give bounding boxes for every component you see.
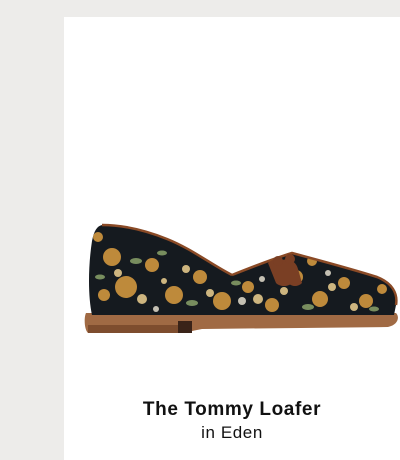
product-card[interactable]: The Tommy Loafer in Eden [64, 17, 400, 460]
product-name[interactable]: The Tommy Loafer [64, 398, 400, 422]
product-variant: in Eden [201, 423, 263, 442]
product-image[interactable] [82, 217, 400, 337]
product-caption: The Tommy Loafer in Eden [64, 398, 400, 444]
